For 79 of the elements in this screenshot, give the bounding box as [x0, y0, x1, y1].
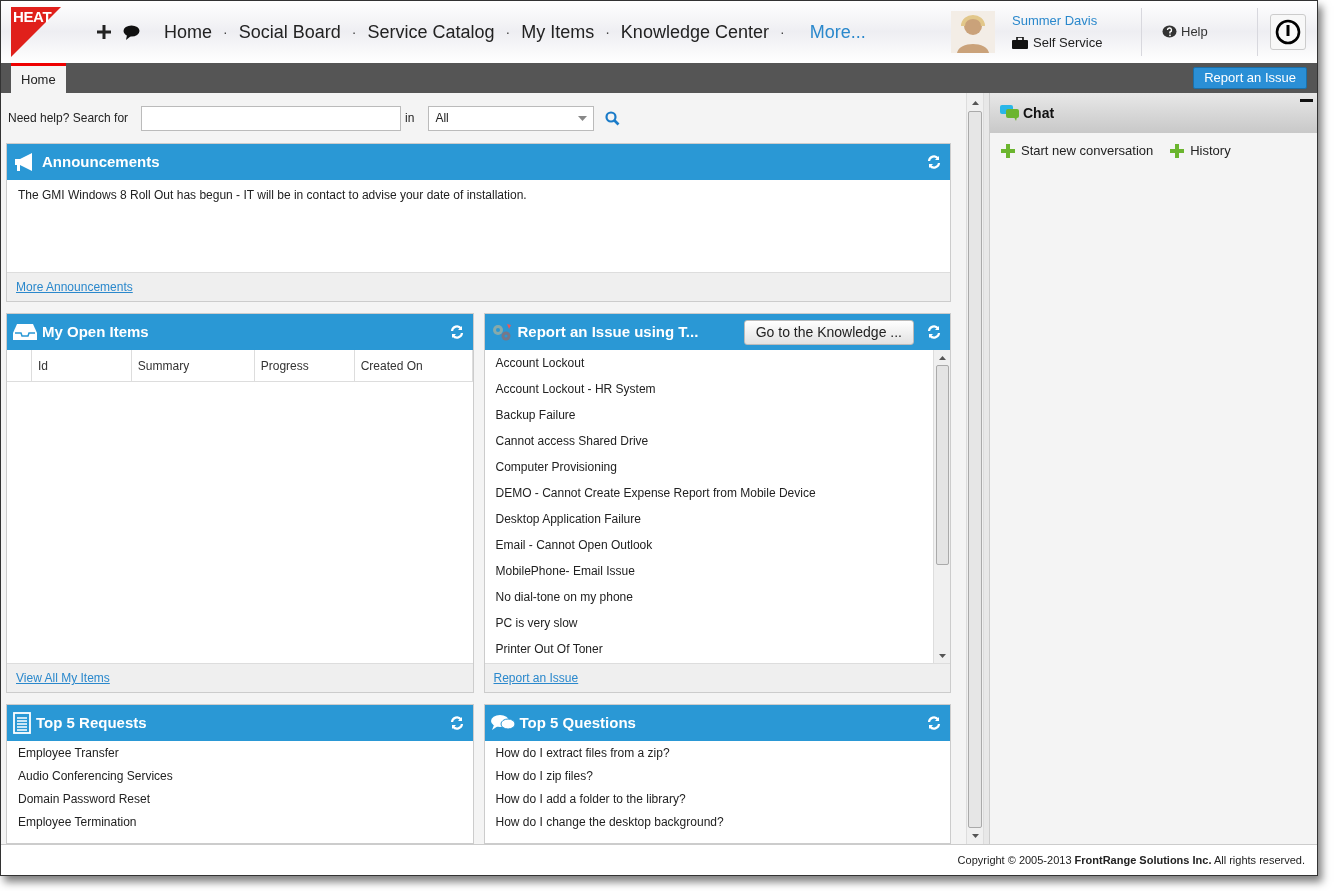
scroll-up-icon[interactable] — [971, 101, 979, 105]
knowledge-button[interactable]: Go to the Knowledge ... — [743, 319, 914, 345]
list-item[interactable]: How do I extract files from a zip? — [484, 741, 950, 764]
scroll-down-icon[interactable] — [971, 834, 979, 838]
avatar — [951, 11, 995, 53]
column-header[interactable]: Id — [31, 350, 132, 381]
plus-icon — [1170, 143, 1185, 158]
copyright-text: Copyright © 2005-2013 FrontRange Solutions Inc. All rights reserved. — [957, 852, 1305, 868]
logo[interactable]: HEAT — [11, 7, 61, 57]
nav-separator: · — [505, 22, 511, 42]
chat-action-link[interactable]: Start new conversation — [1001, 141, 1154, 161]
nav-link[interactable]: My Items — [521, 18, 595, 46]
tab[interactable]: Home — [11, 63, 66, 93]
list-item[interactable]: How do I change the desktop background? — [484, 810, 950, 833]
refresh-icon[interactable] — [926, 715, 942, 731]
column-header[interactable]: Progress — [254, 350, 355, 381]
inbox-tray-icon — [13, 323, 37, 341]
scope-dropdown[interactable]: All — [428, 105, 595, 131]
panel-title: Report an Issue using T... — [517, 321, 699, 342]
list-item[interactable]: Email - Cannot Open Outlook — [484, 532, 933, 558]
column-header[interactable]: Created On — [354, 350, 473, 381]
refresh-icon[interactable] — [448, 715, 465, 731]
list-item[interactable]: Domain Password Reset — [7, 787, 473, 810]
user-name-link[interactable]: Summer Davis — [1012, 11, 1127, 30]
speech-bubbles-icon — [490, 714, 515, 732]
refresh-icon[interactable] — [448, 324, 465, 340]
refresh-icon[interactable] — [926, 324, 942, 340]
list-item[interactable]: PC is very slow — [484, 610, 933, 636]
chat-bubbles-icon — [1000, 105, 1020, 121]
chat-bubble-icon[interactable] — [123, 24, 140, 40]
search-field[interactable] — [141, 105, 402, 131]
nav-separator: · — [779, 22, 785, 42]
list-item[interactable]: Computer Provisioning — [484, 454, 933, 480]
chat-title: Chat — [1023, 103, 1055, 123]
column-header[interactable]: Summary — [131, 350, 255, 381]
list-item[interactable]: How do I zip files? — [484, 764, 950, 787]
nav-link[interactable]: Service Catalog — [367, 18, 495, 46]
list-item[interactable]: Audio Conferencing Services — [7, 764, 473, 787]
in-label: in — [405, 110, 415, 127]
plus-icon — [1001, 143, 1015, 158]
search-icon[interactable] — [605, 110, 621, 126]
panel-title: Top 5 Requests — [36, 712, 147, 733]
list-item[interactable]: Desktop Application Failure — [484, 506, 933, 532]
announcement-text: The GMI Windows 8 Roll Out has begun - IT will be in contact to advise your date of installation. — [17, 187, 528, 204]
nav-link[interactable]: Knowledge Center — [620, 18, 769, 46]
list-item[interactable]: Account Lockout - HR System — [484, 376, 933, 402]
help-link[interactable]: Help — [1162, 22, 1257, 42]
caret-icon — [578, 115, 588, 121]
scroll-up-icon[interactable] — [938, 356, 946, 360]
list-item[interactable]: No dial-tone on my phone — [484, 584, 933, 610]
list-item[interactable]: Backup Failure — [484, 402, 933, 428]
power-button[interactable] — [1270, 14, 1306, 50]
add-icon[interactable] — [96, 24, 112, 40]
nav-link[interactable]: Social Board — [238, 18, 341, 46]
list-item[interactable]: Cannot access Shared Drive — [484, 428, 933, 454]
briefcase-icon — [1012, 36, 1028, 49]
list-item[interactable]: MobilePhone- Email Issue — [484, 558, 933, 584]
document-icon — [13, 712, 31, 734]
help-icon — [1162, 25, 1177, 39]
nav-separator: · — [605, 22, 610, 42]
report-issue-button[interactable]: Report an Issue — [1193, 67, 1307, 89]
list-item[interactable]: Printer Out Of Toner — [484, 636, 933, 662]
chat-action-link[interactable]: History — [1170, 141, 1231, 161]
nav-separator: · — [351, 22, 357, 42]
search-label: Need help? Search for — [8, 110, 129, 127]
nav-separator: · — [223, 22, 228, 42]
refresh-icon[interactable] — [926, 154, 942, 170]
nav-link[interactable]: Home — [164, 18, 212, 46]
gears-icon — [490, 323, 513, 341]
list-item[interactable]: Employee Termination — [7, 810, 473, 833]
list-item[interactable]: Employee Transfer — [7, 741, 473, 764]
list-item[interactable]: Account Lockout — [484, 350, 933, 376]
list-item[interactable]: DEMO - Cannot Create Expense Report from Mobile Device — [484, 480, 933, 506]
panel-title: Top 5 Questions — [519, 712, 636, 733]
panel-title: Announcements — [42, 151, 160, 172]
scroll-down-icon[interactable] — [938, 654, 946, 658]
role-label: Self Service — [1033, 33, 1103, 52]
list-item[interactable]: How do I add a folder to the library? — [484, 787, 950, 810]
panel-title: My Open Items — [42, 321, 149, 342]
